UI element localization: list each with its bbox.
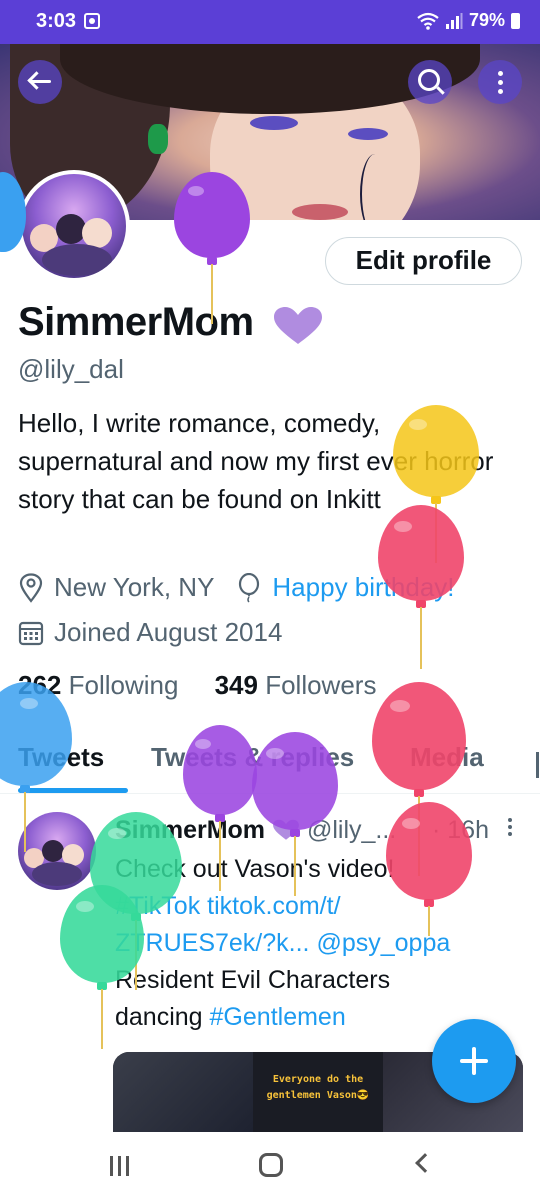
tweet-line-prefix: dancing: [115, 1003, 210, 1031]
status-bar: 3:03 79%: [0, 0, 540, 44]
display-name: SimmerMom: [18, 300, 254, 344]
notification-icon: [84, 13, 100, 29]
purple-heart-icon: [274, 307, 322, 344]
media-caption-line: Everyone do the: [272, 1074, 364, 1085]
followers-link[interactable]: 349 Followers: [215, 670, 377, 700]
status-right: 79%: [417, 10, 520, 31]
more-options-button[interactable]: [478, 60, 522, 104]
profile-meta-joined-row: Joined August 2014: [18, 617, 282, 648]
tweet-avatar[interactable]: [18, 812, 96, 890]
location-pin-icon: [18, 572, 44, 603]
status-time: 3:03: [36, 10, 77, 32]
tweet-line: Resident Evil Characters: [115, 966, 391, 994]
follow-stats: 262 Following 349 Followers: [18, 670, 376, 701]
birthday-balloon-icon: [236, 572, 262, 603]
signal-icon: [445, 12, 463, 29]
profile-joined: Joined August 2014: [54, 617, 283, 647]
profile-avatar[interactable]: [18, 170, 130, 282]
profile-location: New York, NY: [54, 572, 215, 602]
profile-handle: @lily_dal: [18, 354, 124, 384]
search-button[interactable]: [408, 60, 452, 104]
edit-profile-button[interactable]: Edit profile: [325, 237, 522, 285]
battery-icon: [511, 12, 520, 29]
media-caption-line: gentlemen Vason😎: [266, 1090, 370, 1101]
calendar-icon: [18, 620, 44, 646]
back-button[interactable]: [18, 60, 62, 104]
compose-tweet-button[interactable]: [432, 1019, 516, 1103]
tweet-more-icon[interactable]: [508, 818, 512, 838]
tweet-hashtag[interactable]: #Gentlemen: [210, 1003, 346, 1031]
battery-percent: 79%: [468, 10, 505, 30]
followers-label: Followers: [265, 670, 377, 700]
back-icon[interactable]: [415, 1153, 435, 1173]
tweet-tiktok-link-cont[interactable]: ZTRUES7ek/?k...: [115, 929, 310, 957]
tab-overflow: [536, 752, 539, 778]
followers-count: 349: [214, 670, 258, 700]
system-nav-bar: [0, 1132, 540, 1200]
active-tab-indicator: [18, 788, 128, 793]
following-label: Following: [68, 670, 179, 700]
home-icon[interactable]: [259, 1153, 283, 1177]
wifi-icon: [417, 12, 439, 30]
recent-apps-icon[interactable]: [110, 1156, 132, 1176]
media-caption: Everyone do the gentlemen Vason😎: [253, 1072, 383, 1104]
tweet-mention[interactable]: @psy_oppa: [316, 929, 450, 957]
